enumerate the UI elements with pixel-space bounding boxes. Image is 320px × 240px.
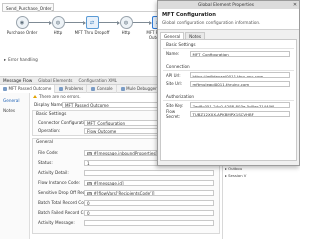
problems-icon — [59, 86, 64, 91]
field-row: Flow Instance Code: fx #[message.id] — [38, 179, 219, 186]
chevron-right-icon: ▸ — [4, 57, 7, 62]
field-label: Status: — [38, 160, 53, 165]
error-handling-label: Error handling — [8, 57, 38, 62]
name-input[interactable]: MFT_Configuration — [190, 50, 290, 57]
api-url-row: API Url: https://mftdevapi0011.thru.onc.… — [161, 72, 296, 80]
field-label: Activity Message: — [38, 220, 75, 225]
flow-node[interactable]: ◍ Http — [108, 16, 144, 36]
field-row: Batch Failed Record Count: 0 — [38, 209, 219, 216]
site-key-label: Site Key: — [166, 102, 184, 108]
expression-icon[interactable]: fx — [87, 191, 92, 195]
operation-label: Operation: — [38, 128, 61, 133]
tab-global-elements[interactable]: Global Elements — [38, 78, 72, 83]
api-url-label: API Url: — [166, 72, 181, 78]
panel-sidebar: General Notes — [0, 93, 30, 239]
flow-node[interactable]: ⇄ MFT Thru Dropoff — [74, 16, 110, 36]
field-row: Activity Detail: — [38, 169, 219, 176]
close-icon[interactable]: ✕ — [291, 1, 299, 9]
field-input[interactable]: fx #[message.id] — [84, 179, 214, 186]
field-value: 1 — [87, 160, 90, 166]
flow-name-tab[interactable]: Send_Purchase_Order_flow — [2, 3, 54, 11]
dialog-titlebar[interactable]: Global Element Properties ✕ — [158, 1, 299, 9]
tree-item[interactable]: ▸ Session V — [225, 173, 300, 178]
dialog-heading: MFT Configuration — [162, 12, 216, 18]
flow-secret-row: Flow Secret: TUBZ12XXX-APKBMPX1SCVHBF — [161, 108, 296, 119]
tab-mft-passed-outcome[interactable]: MFT Passed Outcome — [0, 84, 56, 93]
field-input[interactable]: fx #[flowVars['RecipientsCode']] — [84, 189, 214, 196]
authorization-header: Authorization — [163, 92, 294, 101]
console-icon — [91, 86, 96, 91]
listener-icon: ◉ — [15, 16, 29, 29]
api-url-input[interactable]: https://mftdevapi0011.thru.onc.com — [190, 72, 290, 79]
global-element-dialog: Global Element Properties ✕ MFT Configur… — [157, 0, 300, 166]
field-input[interactable] — [84, 169, 214, 176]
field-label: Batch Total Record Count: — [38, 200, 93, 205]
sidebar-item-general[interactable]: General — [0, 95, 29, 105]
field-label: Batch Failed Record Count: — [38, 210, 95, 215]
tab-label: Problems — [64, 86, 84, 91]
tab-notes[interactable]: Notes — [185, 32, 205, 39]
field-row: Sensitive Drop Off Recipients: fx #[flowVa… — [38, 189, 219, 196]
tab-console[interactable]: Console — [88, 84, 117, 93]
tree-item[interactable]: ▸ Outbou — [225, 166, 300, 171]
tab-label: Console — [96, 86, 113, 91]
flow-border — [2, 11, 157, 12]
tab-label: Mule Debugger — [126, 86, 157, 91]
site-url-input[interactable]: mftmuleapi0011.thruinc.com — [190, 80, 290, 87]
studio-window: Send_Purchase_Order_flow ◉Purchase Order… — [0, 0, 300, 239]
dialog-header: MFT Configuration Global configuration c… — [158, 9, 299, 30]
debugger-icon — [120, 86, 125, 91]
tab-problems[interactable]: Problems — [56, 84, 88, 93]
field-input[interactable]: 0 — [84, 209, 214, 216]
field-input[interactable]: 0 — [84, 199, 214, 206]
validation-message: There are no errors. — [39, 94, 81, 99]
field-label: Activity Detail: — [38, 170, 69, 175]
field-label: Sensitive Drop Off Recipients: — [38, 190, 101, 195]
connector-icon — [3, 86, 7, 91]
flow-node-label: Http — [53, 30, 63, 35]
tab-label: MFT Passed Outcome — [8, 86, 52, 91]
dialog-body: Basic Settings Name: MFT_Configuration C… — [160, 39, 297, 161]
field-value: #[message.id] — [93, 180, 124, 186]
connection-header: Connection — [163, 62, 294, 71]
site-key-input[interactable]: 7ed8c051-24c0-4288-803e-5d0ec71440ff — [190, 102, 290, 109]
flow-node[interactable]: ◍ Http — [40, 16, 76, 36]
flow-node-label: Http — [121, 30, 131, 35]
tab-general[interactable]: General — [160, 32, 185, 39]
flow-secret-label: Flow Secret: — [166, 108, 181, 119]
mft-dropoff-icon: ⇄ — [85, 16, 99, 29]
tab-message-flow[interactable]: Message Flow — [3, 78, 32, 83]
flow-node[interactable]: ◉ Purchase Order — [4, 16, 40, 36]
field-value: 0 — [87, 200, 90, 206]
http-icon: ◍ — [51, 16, 65, 29]
dialog-tabs: General Notes — [160, 32, 206, 39]
field-label: Flow Instance Code: — [38, 180, 81, 185]
name-row: Name: MFT_Configuration — [161, 50, 296, 58]
tab-configuration-xml[interactable]: Configuration XML — [78, 78, 117, 83]
sidebar-item-notes[interactable]: Notes — [0, 105, 29, 115]
expression-icon[interactable]: fx — [87, 151, 92, 155]
warning-icon — [33, 95, 37, 98]
tab-mule-debugger[interactable]: Mule Debugger — [118, 84, 161, 93]
connector-config-label: Connector Configuration: — [38, 120, 91, 125]
field-value: 0 — [87, 210, 90, 216]
dialog-title: Global Element Properties — [198, 2, 254, 8]
field-row: Batch Total Record Count: 0 — [38, 199, 219, 206]
expression-icon[interactable]: fx — [87, 181, 92, 185]
field-label: File Code: — [38, 150, 59, 155]
flow-node-label: MFT Thru Dropoff — [74, 30, 110, 35]
display-name-label: Display Name: — [34, 102, 65, 107]
site-url-row: Site Url: mftmuleapi0011.thruinc.com — [161, 80, 296, 88]
field-row: Activity Message: — [38, 219, 219, 226]
flow-node-label: Purchase Order — [6, 30, 38, 35]
basic-settings-header: Basic Settings — [163, 40, 294, 49]
http-icon: ◍ — [119, 16, 133, 29]
site-url-label: Site Url: — [166, 81, 182, 87]
flow-secret-input[interactable]: TUBZ12XXX-APKBMPX1SCVHBF — [190, 110, 290, 117]
dialog-subheading: Global configuration configuration infor… — [162, 19, 261, 25]
error-handling-toggle[interactable]: ▸ Error handling — [4, 57, 40, 62]
field-input[interactable] — [84, 219, 214, 226]
field-value: #[flowVars['RecipientsCode']] — [93, 190, 155, 196]
name-label: Name: — [166, 51, 180, 57]
